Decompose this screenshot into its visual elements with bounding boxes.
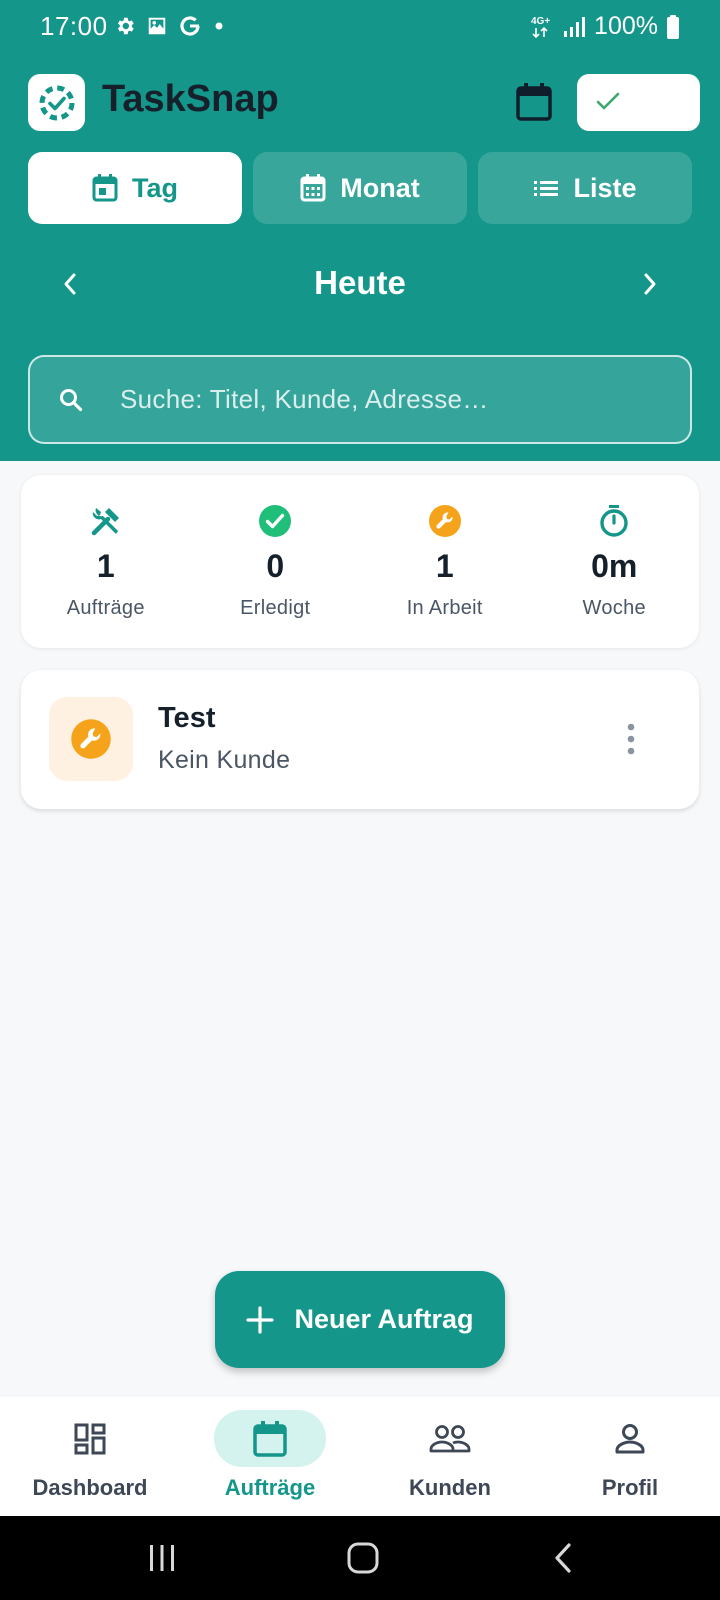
tab-tag-label: Tag bbox=[132, 172, 178, 203]
home-icon bbox=[347, 1542, 379, 1574]
job-card[interactable]: Test Kein Kunde bbox=[21, 670, 699, 809]
gear-icon bbox=[117, 17, 134, 35]
new-job-button[interactable]: Neuer Auftrag bbox=[215, 1271, 505, 1368]
calendar-icon bbox=[516, 83, 552, 121]
status-time: 17:00 bbox=[40, 11, 108, 41]
chevron-right-icon bbox=[644, 273, 656, 295]
dashboard-icon bbox=[74, 1423, 106, 1454]
job-title: Test bbox=[158, 702, 216, 734]
more-vertical-icon bbox=[627, 723, 635, 755]
check-circle-icon bbox=[257, 503, 293, 539]
stopwatch-icon bbox=[596, 503, 632, 539]
status-system-icons: 4G+ 100% bbox=[530, 12, 680, 41]
stat-woche: 0m Woche bbox=[530, 475, 700, 648]
stat-woche-label: Woche bbox=[582, 597, 646, 619]
google-icon bbox=[180, 16, 200, 36]
home-button[interactable] bbox=[333, 1536, 393, 1580]
logo-icon bbox=[39, 85, 74, 120]
system-navigation-bar bbox=[0, 1516, 720, 1600]
bottom-navigation: Dashboard Aufträge Kunden Profil bbox=[0, 1397, 720, 1516]
status-notification-icons bbox=[114, 14, 226, 38]
next-day-button[interactable] bbox=[628, 262, 672, 306]
back-button[interactable] bbox=[534, 1536, 594, 1580]
nav-dashboard[interactable]: Dashboard bbox=[0, 1397, 180, 1516]
nav-profil-label: Profil bbox=[601, 1475, 659, 1500]
tab-monat-label: Monat bbox=[340, 172, 420, 203]
wrench-icon bbox=[71, 719, 111, 759]
tools-icon bbox=[88, 503, 124, 539]
stat-woche-value: 0m bbox=[591, 548, 638, 584]
app-logo bbox=[28, 74, 85, 131]
tab-liste[interactable]: Liste bbox=[478, 152, 692, 224]
calendar-day-icon bbox=[92, 174, 118, 202]
image-icon bbox=[148, 17, 166, 35]
nav-kunden[interactable]: Kunden bbox=[360, 1397, 540, 1516]
calendar-button[interactable] bbox=[512, 80, 556, 124]
svg-text:4G+: 4G+ bbox=[531, 16, 550, 27]
stat-in-arbeit: 1 In Arbeit bbox=[360, 475, 530, 648]
network-4g-icon: 4G+ bbox=[531, 16, 550, 38]
app-header: 17:00 4G+ 100% TaskSnap Tag Monat Liste … bbox=[0, 0, 720, 461]
new-job-label: Neuer Auftrag bbox=[294, 1304, 474, 1334]
stat-auftraege: 1 Aufträge bbox=[21, 475, 191, 648]
signal-icon bbox=[564, 16, 586, 37]
tab-liste-label: Liste bbox=[573, 172, 637, 203]
wrench-circle-icon bbox=[427, 503, 463, 539]
nav-kunden-label: Kunden bbox=[409, 1475, 491, 1500]
stat-auftraege-value: 1 bbox=[96, 548, 115, 584]
tab-monat[interactable]: Monat bbox=[253, 152, 467, 224]
job-customer: Kein Kunde bbox=[158, 746, 291, 774]
nav-profil[interactable]: Profil bbox=[540, 1397, 720, 1516]
tab-tag[interactable]: Tag bbox=[28, 152, 242, 224]
plus-icon bbox=[246, 1305, 275, 1334]
job-more-button[interactable] bbox=[611, 717, 651, 761]
view-tabs: Tag Monat Liste bbox=[28, 152, 692, 224]
calendar-icon bbox=[253, 1420, 287, 1457]
job-status-icon-box bbox=[49, 697, 133, 781]
battery-icon bbox=[667, 14, 679, 39]
nav-auftraege-label: Aufträge bbox=[224, 1475, 316, 1500]
stat-erledigt-label: Erledigt bbox=[240, 597, 311, 619]
check-icon bbox=[596, 92, 620, 110]
list-icon bbox=[534, 181, 559, 196]
stat-erledigt: 0 Erledigt bbox=[191, 475, 361, 648]
battery-percentage: 100% bbox=[594, 12, 658, 40]
date-navigation: Heute bbox=[0, 256, 720, 312]
dot-icon bbox=[215, 22, 223, 30]
recent-apps-icon bbox=[150, 1545, 174, 1571]
stat-in-arbeit-value: 1 bbox=[435, 548, 454, 584]
nav-auftraege[interactable]: Aufträge bbox=[180, 1397, 360, 1516]
status-bar: 17:00 4G+ 100% bbox=[0, 0, 720, 52]
current-date-label: Heute bbox=[314, 264, 406, 301]
back-icon bbox=[555, 1543, 571, 1573]
nav-dashboard-label: Dashboard bbox=[32, 1475, 148, 1500]
people-icon bbox=[429, 1424, 471, 1452]
app-title: TaskSnap bbox=[102, 78, 279, 120]
recent-apps-button[interactable] bbox=[132, 1536, 192, 1580]
stat-auftraege-label: Aufträge bbox=[66, 597, 145, 619]
stat-in-arbeit-label: In Arbeit bbox=[406, 597, 483, 619]
confirm-button[interactable] bbox=[577, 74, 700, 131]
search-icon bbox=[60, 389, 83, 412]
stat-erledigt-value: 0 bbox=[266, 548, 285, 584]
calendar-month-icon bbox=[300, 174, 326, 202]
search-box bbox=[28, 355, 692, 444]
person-icon bbox=[615, 1423, 645, 1453]
stats-summary-card: 1 Aufträge 0 Erledigt 1 In Arbeit 0m Woc… bbox=[21, 475, 699, 648]
search-input[interactable] bbox=[120, 357, 670, 442]
